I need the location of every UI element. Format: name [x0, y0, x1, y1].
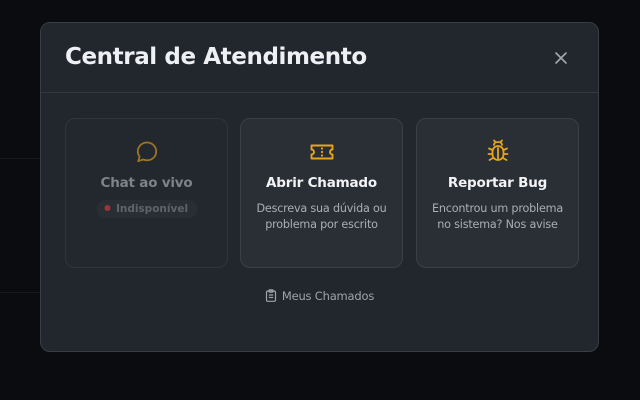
- support-options: Chat ao vivo Indisponível Abrir Chamado …: [65, 118, 579, 268]
- report-bug-card[interactable]: Reportar Bug Encontrou um problema no si…: [416, 118, 579, 268]
- close-icon[interactable]: [554, 51, 568, 65]
- report-bug-description: Encontrou um problema no sistema? Nos av…: [432, 202, 563, 231]
- my-tickets-label: Meus Chamados: [281, 289, 375, 303]
- status-dot: [103, 205, 110, 211]
- status-badge-label: Indisponível: [115, 203, 189, 215]
- my-tickets-link[interactable]: Meus Chamados: [41, 289, 598, 303]
- live-chat-card: Chat ao vivo Indisponível: [65, 118, 228, 268]
- open-ticket-description: Descreva sua dúvida ou problema por escr…: [256, 202, 387, 231]
- clipboard-icon: [265, 289, 276, 302]
- modal-title: Central de Atendimento: [65, 44, 367, 70]
- open-ticket-title: Abrir Chamado: [266, 175, 377, 191]
- status-badge: Indisponível: [95, 200, 198, 218]
- report-bug-title: Reportar Bug: [447, 175, 548, 191]
- bug-icon: [487, 139, 508, 161]
- live-chat-title: Chat ao vivo: [100, 175, 193, 191]
- chat-bubble-icon: [136, 141, 157, 163]
- backdrop-line: [0, 292, 40, 293]
- support-modal: Central de Atendimento Chat ao vivo Indi…: [40, 22, 599, 352]
- ticket-icon: [310, 144, 333, 160]
- open-ticket-card[interactable]: Abrir Chamado Descreva sua dúvida ou pro…: [240, 118, 403, 268]
- modal-header: Central de Atendimento: [41, 23, 598, 93]
- backdrop-line: [0, 158, 40, 159]
